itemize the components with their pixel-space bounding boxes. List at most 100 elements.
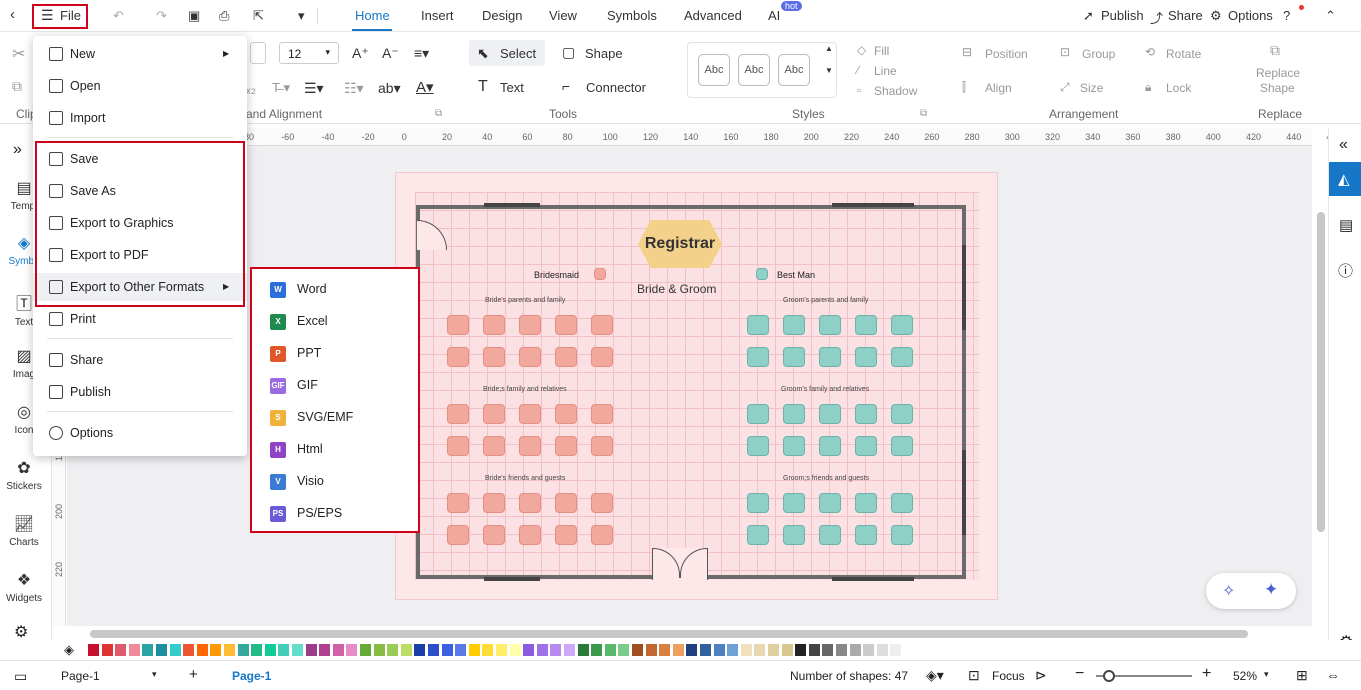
sidebar-item-stickers[interactable]: ✿ Stickers xyxy=(0,458,48,492)
sidebar-item-charts[interactable]: 📈︎ Charts xyxy=(0,514,48,548)
color-swatch[interactable] xyxy=(822,644,834,656)
style-preset-2[interactable]: Abc xyxy=(738,54,770,86)
color-swatch[interactable] xyxy=(346,644,358,656)
section-label[interactable]: Bride's parents and family xyxy=(485,297,565,304)
groom-side-chair[interactable] xyxy=(891,404,913,424)
color-swatch[interactable] xyxy=(264,644,276,656)
zoom-level[interactable]: 52% xyxy=(1233,669,1257,683)
font-size-box[interactable]: 12 ▾ xyxy=(279,42,339,64)
export-format-word[interactable]: W Word xyxy=(252,273,418,305)
color-swatch[interactable] xyxy=(645,644,657,656)
color-swatch[interactable] xyxy=(863,644,875,656)
font-family-box[interactable] xyxy=(250,42,266,64)
color-swatch[interactable] xyxy=(468,644,480,656)
color-swatch[interactable] xyxy=(632,644,643,656)
groom-side-chair[interactable] xyxy=(855,404,877,424)
ai-sparkle-icon[interactable]: ✦ xyxy=(1264,580,1278,600)
groom-side-chair[interactable] xyxy=(747,404,769,424)
options-button[interactable]: Options xyxy=(1228,8,1273,23)
groom-side-chair[interactable] xyxy=(891,436,913,456)
color-swatch[interactable] xyxy=(455,644,467,656)
bridesmaid-label[interactable]: Bridesmaid xyxy=(534,270,579,280)
color-swatch[interactable] xyxy=(156,644,167,656)
size-button[interactable]: Size xyxy=(1080,81,1103,95)
bride-side-chair[interactable] xyxy=(519,436,541,456)
export-icon[interactable]: ⇱ xyxy=(253,8,264,24)
align-icon[interactable]: ≡▾ xyxy=(414,45,429,62)
bride-side-chair[interactable] xyxy=(447,525,469,545)
export-format-svg-emf[interactable]: S SVG/EMF xyxy=(252,401,418,433)
bride-side-chair[interactable] xyxy=(483,315,505,335)
export-format-visio[interactable]: V Visio xyxy=(252,465,418,497)
bride-side-chair[interactable] xyxy=(555,347,577,367)
groom-side-chair[interactable] xyxy=(819,493,841,513)
page-selector[interactable]: Page-1 xyxy=(61,669,100,683)
file-menu-button[interactable]: File xyxy=(60,8,81,23)
bride-side-chair[interactable] xyxy=(519,347,541,367)
menu-item-share[interactable]: Share xyxy=(33,346,247,374)
color-swatch[interactable] xyxy=(808,644,820,656)
color-swatch[interactable] xyxy=(441,644,453,656)
connector-button[interactable]: Connector xyxy=(586,80,646,95)
print-icon[interactable]: ⎙ xyxy=(219,8,229,24)
color-swatch[interactable] xyxy=(536,644,548,656)
focus-button[interactable]: Focus xyxy=(992,669,1025,683)
groom-side-chair[interactable] xyxy=(855,347,877,367)
bride-side-chair[interactable] xyxy=(555,525,577,545)
bride-side-chair[interactable] xyxy=(483,347,505,367)
color-swatch[interactable] xyxy=(224,644,235,656)
export-format-gif[interactable]: GIF GIF xyxy=(252,369,418,401)
tab-design[interactable]: Design xyxy=(482,8,522,23)
text-case-icon[interactable]: ab▾ xyxy=(378,80,401,97)
text-tool-button[interactable]: Text xyxy=(500,80,524,95)
bride-side-chair[interactable] xyxy=(591,525,613,545)
bride-side-chair[interactable] xyxy=(447,315,469,335)
bride-side-chair[interactable] xyxy=(555,404,577,424)
color-swatch[interactable] xyxy=(659,644,671,656)
color-swatch[interactable] xyxy=(713,644,725,656)
fill-button[interactable]: Fill xyxy=(874,44,889,58)
color-swatch[interactable] xyxy=(795,644,807,656)
export-format-html[interactable]: H Html xyxy=(252,433,418,465)
color-swatch[interactable] xyxy=(768,644,779,656)
groom-side-chair[interactable] xyxy=(747,347,769,367)
style-panel-button[interactable]: ◭ xyxy=(1329,162,1361,196)
color-swatch[interactable] xyxy=(169,644,181,656)
groom-side-chair[interactable] xyxy=(747,315,769,335)
tab-home[interactable]: Home xyxy=(355,8,390,23)
font-color-icon[interactable]: A▾ xyxy=(416,78,434,96)
color-swatch[interactable] xyxy=(237,644,249,656)
collapse-icon[interactable]: ⌃ xyxy=(1325,8,1336,24)
expand-sidebar-icon[interactable]: » xyxy=(13,141,22,159)
position-button[interactable]: Position xyxy=(985,47,1028,61)
layout-icon[interactable]: ▭ xyxy=(14,668,27,685)
menu-item-new[interactable]: New ▶ xyxy=(33,40,247,68)
help-circle-icon[interactable]: ⓘ xyxy=(1338,260,1353,281)
subscript-icon[interactable]: ₓ₂ xyxy=(246,80,256,96)
groom-side-chair[interactable] xyxy=(783,493,805,513)
vertical-scrollbar[interactable] xyxy=(1314,146,1328,626)
zoom-out-icon[interactable]: − xyxy=(1075,665,1084,683)
bride-side-chair[interactable] xyxy=(447,493,469,513)
bride-side-chair[interactable] xyxy=(483,525,505,545)
bride-side-chair[interactable] xyxy=(591,315,613,335)
add-page-icon[interactable]: + xyxy=(189,666,198,683)
bride-side-chair[interactable] xyxy=(555,315,577,335)
color-swatch[interactable] xyxy=(142,644,154,656)
bride-side-chair[interactable] xyxy=(447,347,469,367)
groom-side-chair[interactable] xyxy=(855,525,877,545)
groom-side-chair[interactable] xyxy=(855,493,877,513)
style-preset-3[interactable]: Abc xyxy=(778,54,810,86)
share-button[interactable]: Share xyxy=(1168,8,1203,23)
bride-side-chair[interactable] xyxy=(519,315,541,335)
shrink-font-icon[interactable]: A⁻ xyxy=(382,45,399,62)
color-swatch[interactable] xyxy=(754,644,766,656)
groom-side-chair[interactable] xyxy=(855,436,877,456)
best-man-chair[interactable] xyxy=(756,268,768,280)
tab-ai[interactable]: AI xyxy=(768,8,780,23)
color-swatch[interactable] xyxy=(196,644,208,656)
bride-side-chair[interactable] xyxy=(447,436,469,456)
groom-side-chair[interactable] xyxy=(783,404,805,424)
bullets-icon[interactable]: ☷▾ xyxy=(344,80,364,97)
styles-scroll-down-icon[interactable]: ▼ xyxy=(825,66,833,75)
